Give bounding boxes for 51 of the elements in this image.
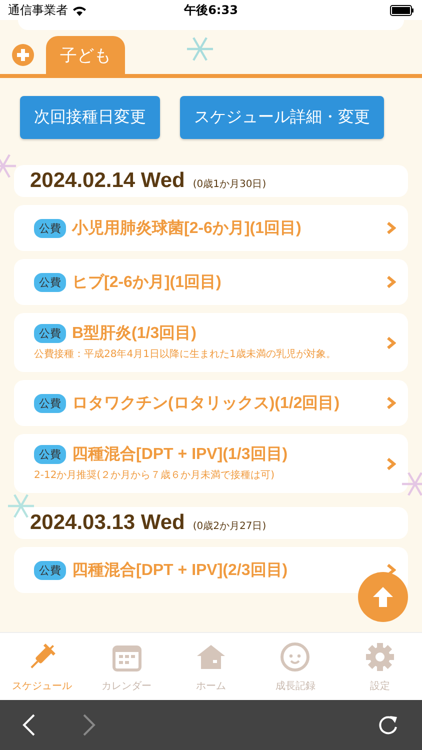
reload-button[interactable] <box>376 713 400 737</box>
clock-time: 午後6:33 <box>184 2 238 18</box>
public-badge: 公費 <box>34 394 66 412</box>
scroll-top-button[interactable] <box>358 572 408 622</box>
chevron-icon <box>386 275 396 289</box>
reload-icon <box>376 713 400 737</box>
public-badge: 公費 <box>34 218 66 238</box>
chevron-icon <box>386 396 396 410</box>
up-arrow-icon <box>371 585 395 609</box>
baby-face-icon <box>279 640 312 672</box>
back-icon <box>22 713 36 737</box>
public-badge: 公費 <box>34 324 66 343</box>
wifi-icon <box>72 4 87 16</box>
vaccine-title: B型肝炎(1/3回目) <box>72 324 196 344</box>
tab-bar-item[interactable]: スケジュール <box>0 633 84 700</box>
action-button[interactable]: スケジュール詳細・変更 <box>180 96 384 139</box>
vaccine-title: 四種混合[DPT + IPV](1/3回目) <box>72 444 288 465</box>
vaccine-title: 小児用肺炎球菌[2-6か月](1回目) <box>72 218 302 238</box>
tab-bar-item[interactable]: カレンダー <box>84 633 169 700</box>
public-badge: 公費 <box>34 272 66 292</box>
action-button[interactable]: 次回接種日変更 <box>20 96 160 139</box>
child-tab[interactable]: 子ども <box>46 36 125 74</box>
vaccine-title: ヒブ[2-6か月](1回目) <box>72 272 222 292</box>
date-text: 2024.02.14 Wed <box>30 169 185 193</box>
carrier-name: 通信事業者 <box>8 2 68 18</box>
tab-bar-item[interactable]: 成長記録 <box>253 633 338 700</box>
vaccine-note: 2-12か月推奨(２か月から７歳６か月未満で接種は可) <box>34 468 276 483</box>
vaccine-note: 公費接種：平成28年4月1日以降に生まれた1歳未満の乳児が対象。 <box>34 348 337 362</box>
tab-bar-item[interactable]: ホーム <box>168 633 254 700</box>
battery-icon <box>390 4 414 16</box>
age-text: (0歳2か月27日) <box>192 520 266 533</box>
public-badge: 公費 <box>34 560 66 580</box>
age-text: (0歳1か月30日) <box>192 178 266 191</box>
vaccine-card[interactable]: 公費 四種混合[DPT + IPV](2/3回目) <box>14 547 408 593</box>
vaccine-card[interactable]: 公費 B型肝炎(1/3回目) 公費接種：平成28年4月1日以降に生まれた1歳未満の乳児が対象。 <box>14 313 408 372</box>
tab-bar-item[interactable]: 設定 <box>338 633 422 700</box>
vaccine-card[interactable]: 公費 ヒブ[2-6か月](1回目) <box>14 259 408 305</box>
chevron-icon <box>386 221 396 235</box>
date-text: 2024.03.13 Wed <box>30 511 185 535</box>
public-badge: 公費 <box>34 445 66 464</box>
forward-icon <box>82 713 96 737</box>
chevron-icon <box>386 456 396 470</box>
settings-icon <box>364 640 396 672</box>
vaccine-card[interactable]: 公費 ロタワクチン(ロタリックス)(1/2回目) <box>14 380 408 426</box>
vaccine-title: 四種混合[DPT + IPV](2/3回目) <box>72 560 288 580</box>
chevron-icon <box>386 336 396 350</box>
vaccine-card[interactable]: 公費 小児用肺炎球菌[2-6か月](1回目) <box>14 205 408 251</box>
vaccine-title: ロタワクチン(ロタリックス)(1/2回目) <box>72 394 340 414</box>
add-icon[interactable] <box>12 44 34 66</box>
back-button[interactable] <box>22 713 36 737</box>
vaccine-card[interactable]: 公費 四種混合[DPT + IPV](1/3回目) 2-12か月推奨(２か月から７歳６か月未満で接種は可) <box>14 434 408 493</box>
